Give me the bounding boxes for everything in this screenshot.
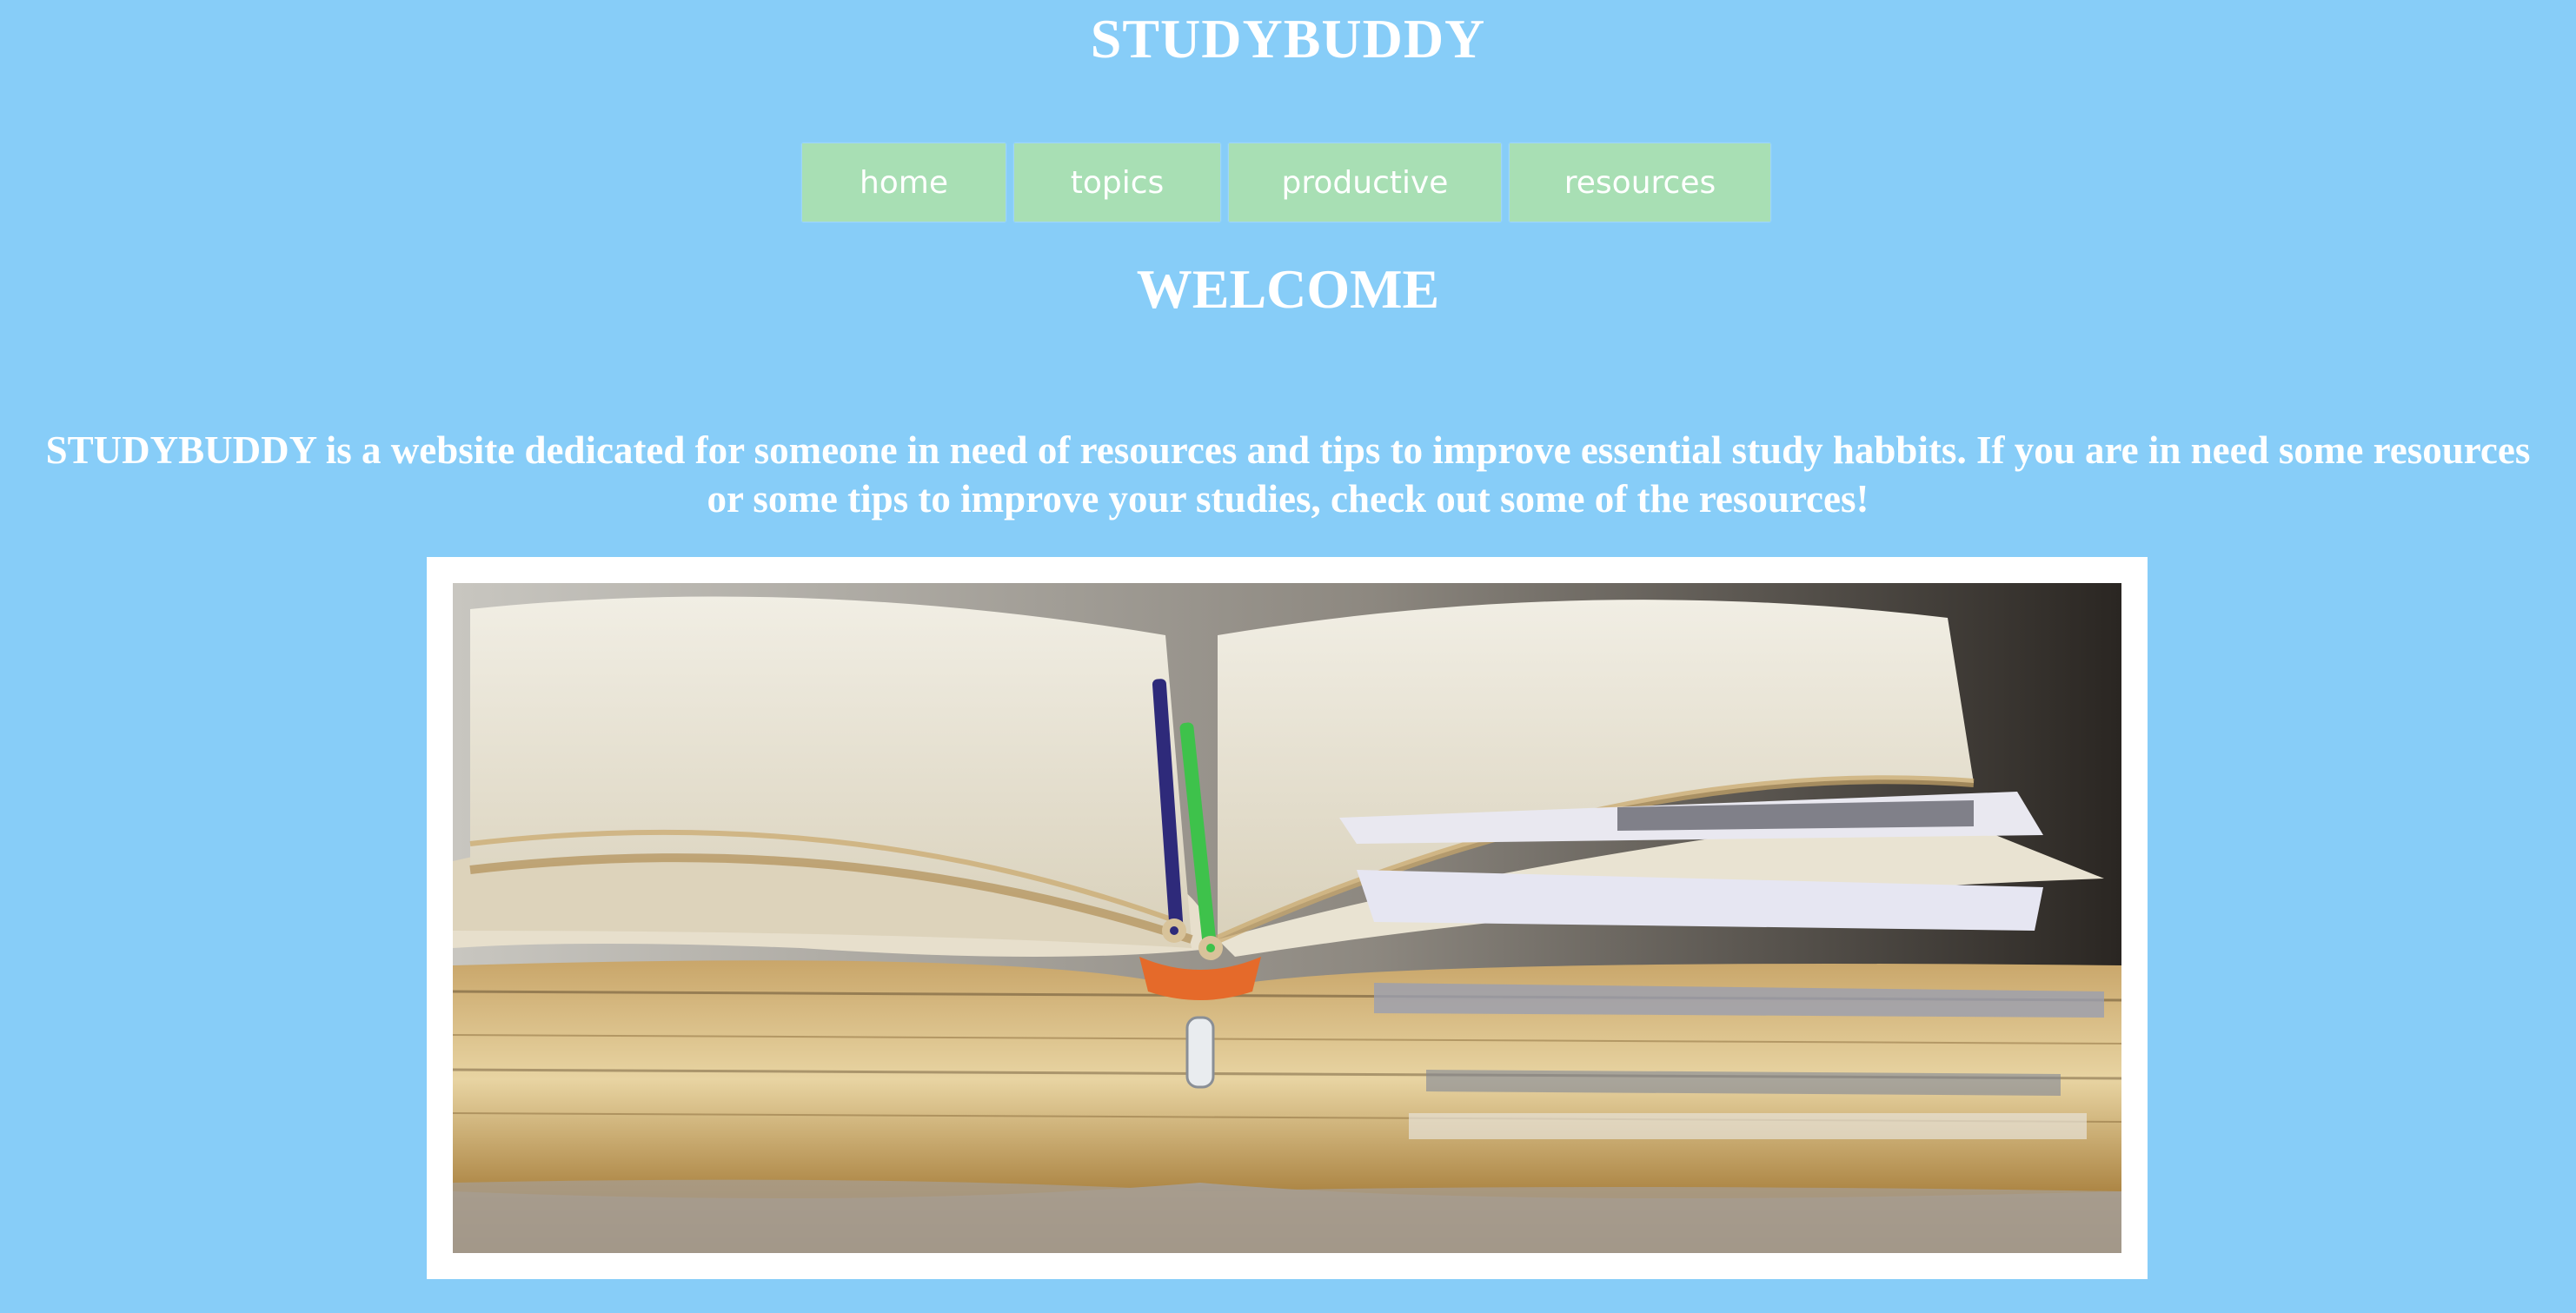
welcome-heading: WELCOME bbox=[1136, 258, 1440, 320]
nav-home-button[interactable]: home bbox=[802, 143, 1006, 222]
nav-topics-button[interactable]: topics bbox=[1014, 143, 1220, 222]
nav-productive-button[interactable]: productive bbox=[1229, 143, 1501, 222]
hero-image-frame bbox=[427, 557, 2148, 1279]
nav-resources-button[interactable]: resources bbox=[1510, 143, 1770, 222]
hero-image-open-books bbox=[453, 583, 2121, 1253]
site-title: STUDYBUDDY bbox=[1090, 8, 1486, 70]
intro-paragraph: STUDYBUDDY is a website dedicated for so… bbox=[45, 428, 2531, 521]
main-nav: home topics productive resources bbox=[802, 143, 1770, 222]
